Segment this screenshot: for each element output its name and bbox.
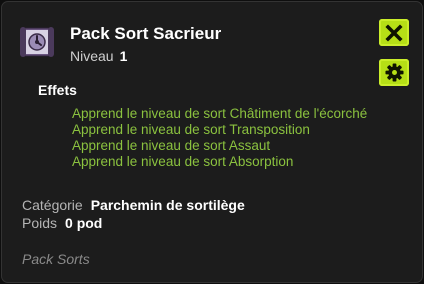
effect-item: Apprend le niveau de sort Absorption (72, 154, 294, 169)
spell-scroll-icon (19, 26, 55, 58)
item-level: Niveau 1 (70, 48, 127, 65)
level-value: 1 (119, 48, 128, 64)
effect-item: Apprend le niveau de sort Châtiment de l… (72, 106, 368, 121)
effects-list: Apprend le niveau de sort Châtiment de l… (72, 106, 367, 170)
category-value: Parchemin de sortilège (90, 197, 245, 213)
effects-heading: Effets (38, 82, 77, 98)
gear-icon (384, 63, 404, 82)
category-row: Catégorie Parchemin de sortilège (22, 197, 245, 214)
level-label: Niveau (70, 48, 114, 64)
close-button[interactable] (379, 19, 409, 46)
item-tooltip-panel: Pack Sort Sacrieur Niveau 1 Effets Appren… (1, 1, 423, 283)
category-label: Catégorie (22, 197, 83, 213)
weight-label: Poids (22, 215, 58, 231)
settings-button[interactable] (379, 59, 409, 86)
item-set-name: Pack Sorts (22, 251, 90, 267)
item-name: Pack Sort Sacrieur (70, 24, 222, 43)
weight-row: Poids 0 pod (22, 215, 102, 232)
weight-value: 0 pod (65, 215, 103, 231)
effect-item: Apprend le niveau de sort Assaut (72, 138, 271, 153)
effect-item: Apprend le niveau de sort Transposition (72, 122, 310, 137)
close-icon (385, 23, 403, 42)
